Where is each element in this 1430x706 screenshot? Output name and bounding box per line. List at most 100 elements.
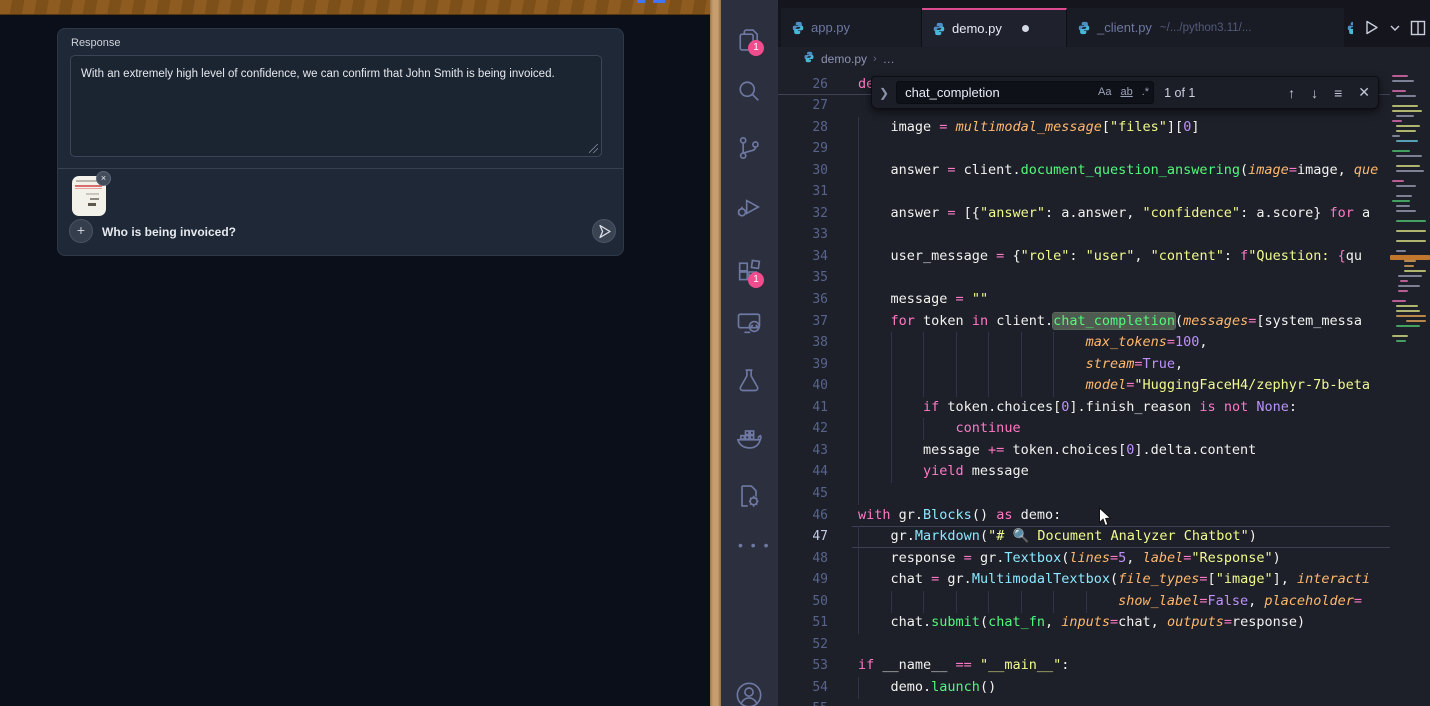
- line-number: 30: [778, 160, 828, 182]
- code-line: 30 answer = client.document_question_ans…: [778, 160, 1390, 182]
- remove-image-button[interactable]: ×: [96, 171, 111, 186]
- line-number: 37: [778, 311, 828, 333]
- minimap-line: [1392, 180, 1404, 182]
- line-number: 47: [778, 526, 828, 548]
- code-line: 55: [778, 698, 1390, 706]
- line-number: 32: [778, 203, 828, 225]
- code-line: 53if __name__ == "__main__":: [778, 655, 1390, 677]
- minimap-line: [1400, 280, 1408, 282]
- tab-demo-py[interactable]: demo.py: [922, 8, 1067, 47]
- more-actions-icon[interactable]: • • •: [738, 537, 766, 565]
- code-line: 54 demo.launch(): [778, 677, 1390, 699]
- code-line: 32 answer = [{"answer": a.answer, "confi…: [778, 203, 1390, 225]
- indent-guide: [858, 483, 859, 505]
- minimap[interactable]: [1390, 70, 1430, 706]
- minimap-line: [1392, 300, 1406, 302]
- minimap-line: [1404, 265, 1414, 267]
- minimap-line: [1396, 340, 1406, 342]
- line-number: 48: [778, 548, 828, 570]
- line-number: 35: [778, 267, 828, 289]
- send-button[interactable]: [592, 219, 616, 243]
- account-icon[interactable]: [735, 681, 763, 706]
- toggle-replace-chevron-icon[interactable]: ❯: [872, 86, 896, 100]
- match-case-toggle[interactable]: Aa: [1098, 82, 1111, 103]
- search-icon[interactable]: [735, 77, 763, 105]
- find-query: chat_completion: [905, 85, 1000, 100]
- line-number: 39: [778, 354, 828, 376]
- docker-icon[interactable]: [735, 424, 763, 452]
- run-file-button[interactable]: [1363, 19, 1380, 36]
- code-line: 44 yield message: [778, 461, 1390, 483]
- testing-icon[interactable]: [735, 366, 763, 394]
- breadcrumb-file[interactable]: demo.py: [821, 52, 867, 66]
- titlebar-chip: [653, 0, 665, 3]
- minimap-line: [1396, 310, 1420, 312]
- indent-guide: [858, 181, 859, 203]
- code-line: 35: [778, 267, 1390, 289]
- unsaved-changes-dot[interactable]: [1022, 25, 1029, 32]
- find-input[interactable]: chat_completion Aa ab .*: [896, 81, 1154, 104]
- code-line: 34 user_message = {"role": "user", "cont…: [778, 246, 1390, 268]
- code-line: 46with gr.Blocks() as demo:: [778, 505, 1390, 527]
- split-editor-button[interactable]: [1410, 20, 1426, 36]
- question-input-text[interactable]: Who is being invoiced?: [102, 225, 236, 239]
- code-line: 40 model="HuggingFaceH4/zephyr-7b-beta: [778, 375, 1390, 397]
- minimap-line: [1396, 155, 1422, 157]
- response-card: Response With an extremely high level of…: [57, 28, 624, 256]
- minimap-line: [1392, 200, 1410, 202]
- breadcrumb: demo.py › …: [778, 47, 1430, 70]
- attach-file-button[interactable]: +: [69, 219, 93, 243]
- minimap-line: [1396, 240, 1426, 242]
- code-line: 38 max_tokens=100,: [778, 332, 1390, 354]
- minimap-line: [1396, 315, 1426, 317]
- gradio-app-window: Response With an extremely high level of…: [0, 0, 710, 706]
- line-number: 55: [778, 698, 828, 706]
- tab-app-py[interactable]: app.py: [781, 8, 922, 47]
- whole-word-toggle[interactable]: ab: [1120, 82, 1132, 103]
- code-editor[interactable]: 26def chat_fn(multimodal_message):2728 i…: [778, 70, 1390, 706]
- tab-client-py[interactable]: _client.py ~/.../python3.11/...: [1067, 8, 1345, 47]
- minimap-line: [1392, 105, 1418, 107]
- tab-path-hint: ~/.../python3.11/...: [1160, 22, 1252, 34]
- line-number: 52: [778, 634, 828, 656]
- run-debug-icon[interactable]: [735, 193, 763, 221]
- code-line: 37 for token in client.chat_completion(m…: [778, 311, 1390, 333]
- minimap-line: [1396, 185, 1416, 187]
- minimap-line: [1396, 195, 1412, 197]
- find-in-selection-button[interactable]: ≡: [1334, 85, 1342, 101]
- next-match-button[interactable]: ↓: [1311, 85, 1318, 101]
- line-number: 46: [778, 505, 828, 527]
- source-control-icon[interactable]: [735, 134, 763, 162]
- resize-handle[interactable]: [589, 144, 598, 153]
- remote-explorer-icon[interactable]: [735, 309, 763, 337]
- screen: Response With an extremely high level of…: [0, 0, 1430, 706]
- regex-toggle[interactable]: .*: [1142, 82, 1149, 103]
- line-number: 40: [778, 375, 828, 397]
- tab-label: _client.py: [1097, 20, 1152, 35]
- line-number: 54: [778, 677, 828, 699]
- mouse-cursor: [1098, 507, 1112, 527]
- code-line: 43 message += token.choices[0].delta.con…: [778, 440, 1390, 462]
- minimap-line: [1396, 250, 1406, 252]
- minimap-line: [1396, 210, 1416, 212]
- code-line: 41 if token.choices[0].finish_reason is …: [778, 397, 1390, 419]
- code-line: 33: [778, 224, 1390, 246]
- line-number: 29: [778, 138, 828, 160]
- line-number: 34: [778, 246, 828, 268]
- code-line: 29: [778, 138, 1390, 160]
- desktop-background-strip: [710, 0, 721, 706]
- line-number: 28: [778, 117, 828, 139]
- breadcrumb-symbol[interactable]: …: [883, 52, 895, 66]
- indent-guide: [858, 267, 859, 289]
- minimap-line: [1396, 325, 1420, 327]
- close-find-button[interactable]: ✕: [1358, 84, 1370, 101]
- line-number: 41: [778, 397, 828, 419]
- response-textarea[interactable]: With an extremely high level of confiden…: [70, 55, 602, 157]
- line-number: 27: [778, 95, 828, 117]
- card-divider: [58, 168, 623, 169]
- run-dropdown-chevron-icon[interactable]: [1390, 24, 1400, 32]
- previous-match-button[interactable]: ↑: [1288, 85, 1295, 101]
- file-gear-icon[interactable]: [735, 482, 763, 510]
- minimap-line: [1396, 305, 1418, 307]
- activity-bar: 1 1: [721, 0, 778, 706]
